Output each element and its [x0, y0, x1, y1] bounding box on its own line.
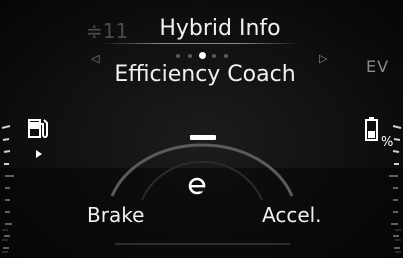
battery-percent-icon: % [365, 117, 393, 150]
nav-left-arrow-icon[interactable]: ◁ [91, 52, 99, 65]
fuel-pump-icon [28, 119, 48, 138]
coach-marker [190, 135, 216, 140]
page-indicator: ≑11 [86, 19, 129, 43]
fuel-side-arrow [36, 150, 42, 158]
eco-indicator-icon [188, 177, 206, 195]
pagination-dots [170, 51, 240, 61]
pagination-dot [224, 54, 228, 58]
pagination-dot [188, 54, 192, 58]
screen-title: Hybrid Info [159, 16, 281, 41]
pagination-dot [176, 54, 180, 58]
nav-right-arrow-icon[interactable]: ▷ [319, 52, 327, 65]
pagination-dot [212, 54, 216, 58]
pagination-dot-active [198, 52, 206, 59]
screen-subtitle: Efficiency Coach [114, 62, 296, 87]
svg-text:%: % [381, 135, 393, 150]
ev-mode-label: EV [366, 57, 390, 76]
accel-label: Accel. [262, 203, 322, 227]
brake-label: Brake [87, 203, 145, 227]
